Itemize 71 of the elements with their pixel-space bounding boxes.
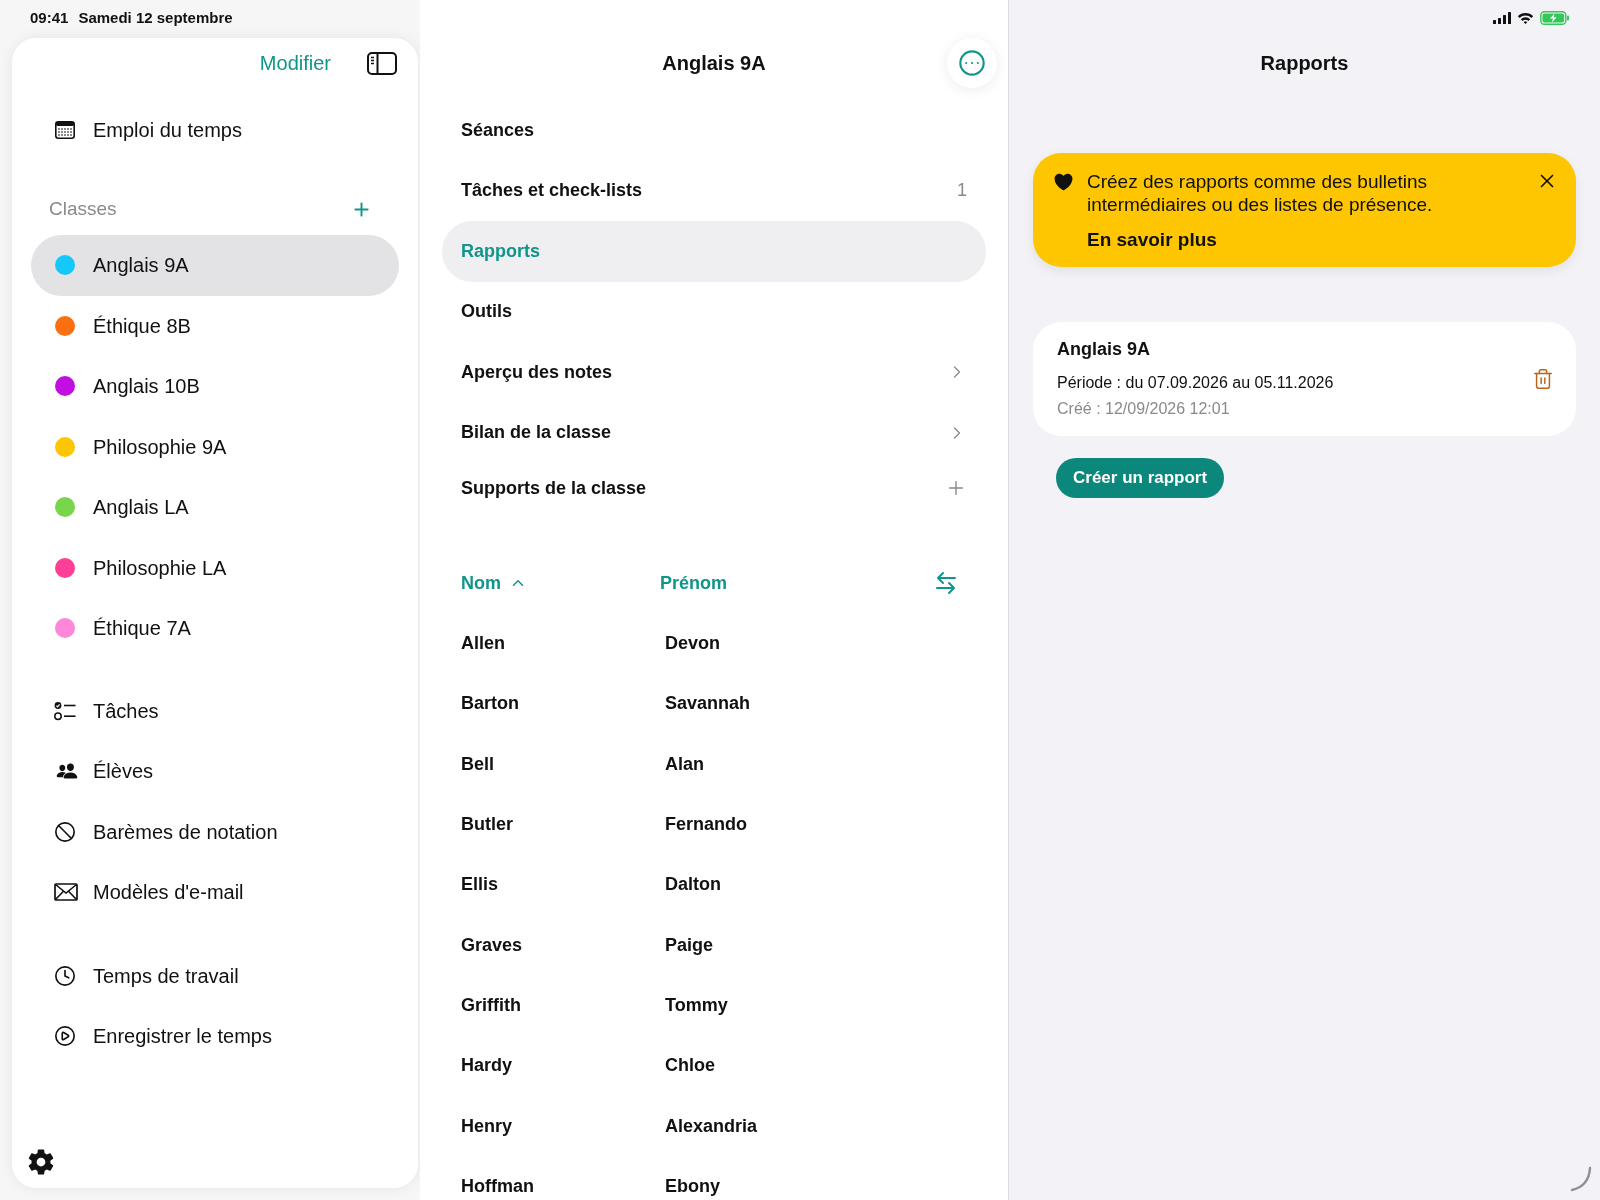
- checklist-icon: [54, 700, 76, 721]
- report-created-date: Créé : 12/09/2026 12:01: [1057, 399, 1230, 419]
- student-last-name: Ellis: [461, 873, 499, 896]
- student-last-name: Allen: [461, 632, 505, 655]
- student-first-name: Savannah: [665, 692, 751, 715]
- create-report-button[interactable]: Créer un rapport: [1056, 458, 1225, 498]
- student-last-name: Graves: [461, 933, 523, 956]
- student-first-name: Alan: [665, 752, 704, 775]
- class-item[interactable]: Anglais 10B: [31, 356, 399, 417]
- student-last-name: Butler: [461, 813, 513, 836]
- trash-icon[interactable]: [1532, 367, 1554, 391]
- class-item[interactable]: Éthique 8B: [31, 295, 399, 356]
- student-first-name: Alexandria: [665, 1114, 758, 1137]
- envelope-icon: [54, 883, 78, 902]
- panel-title: Anglais 9A: [662, 51, 766, 76]
- menu-item[interactable]: Bilan de la classe: [442, 402, 986, 463]
- sidebar-toggle-icon[interactable]: [367, 51, 397, 75]
- signal-icon: [1493, 12, 1511, 24]
- heart-icon: [1052, 171, 1075, 193]
- report-title: Anglais 9A: [1057, 338, 1151, 360]
- item-count: 1: [957, 179, 967, 203]
- charging-battery-icon: [1540, 11, 1570, 25]
- student-last-name: Barton: [461, 692, 519, 715]
- resize-handle-icon[interactable]: [1570, 1166, 1592, 1192]
- panel-title: Rapports: [1260, 51, 1349, 76]
- slashed-circle-icon: [54, 820, 76, 843]
- clock-icon: [54, 964, 76, 987]
- wifi-icon: [1517, 12, 1534, 24]
- menu-item[interactable]: Séances: [442, 100, 986, 161]
- class-item[interactable]: Philosophie 9A: [31, 416, 399, 477]
- menu-item[interactable]: Outils: [442, 281, 986, 342]
- menu-item[interactable]: Supports de la classe: [442, 463, 986, 513]
- class-item[interactable]: Anglais 9A: [31, 235, 399, 296]
- student-first-name: Fernando: [665, 813, 747, 836]
- sidebar-item[interactable]: Temps de travail: [12, 945, 418, 1006]
- student-last-name: Hardy: [461, 1054, 513, 1077]
- student-last-name: Bell: [461, 752, 494, 775]
- student-first-name: Chloe: [665, 1054, 715, 1077]
- class-item[interactable]: Philosophie LA: [31, 537, 399, 598]
- sidebar-item[interactable]: Barèmes de notation: [12, 801, 418, 862]
- student-first-name: Tommy: [665, 993, 728, 1016]
- student-last-name: Griffith: [461, 993, 521, 1016]
- sidebar-item[interactable]: Élèves: [12, 741, 418, 802]
- menu-item[interactable]: Tâches et check-lists 1: [442, 160, 986, 221]
- play-circle-icon: [54, 1025, 76, 1048]
- student-first-name: Devon: [665, 632, 720, 655]
- settings-icon[interactable]: [27, 1148, 55, 1176]
- edit-button[interactable]: Modifier: [259, 51, 331, 75]
- swap-arrows-icon[interactable]: [935, 571, 957, 595]
- sidebar-item[interactable]: Tâches: [12, 680, 418, 741]
- status-date: Samedi 12 septembre: [78, 7, 233, 28]
- more-icon: [958, 49, 986, 77]
- calendar-icon: [55, 121, 75, 139]
- report-period: Période : du 07.09.2026 au 05.11.2026: [1057, 373, 1334, 393]
- student-first-name: Paige: [665, 933, 714, 956]
- student-last-name: Henry: [461, 1114, 513, 1137]
- student-last-name: Hoffman: [461, 1174, 534, 1197]
- column-header[interactable]: Nom: [461, 569, 527, 597]
- sidebar-item[interactable]: Enregistrer le temps: [12, 1006, 418, 1067]
- banner-message: Créez des rapports comme des bulletins intermédiaires ou des listes de présence.: [1087, 170, 1434, 216]
- student-first-name: Ebony: [665, 1174, 720, 1197]
- student-first-name: Dalton: [665, 873, 721, 896]
- class-item[interactable]: Éthique 7A: [31, 598, 399, 659]
- column-header[interactable]: Prénom: [660, 569, 728, 597]
- status-time: 09:41: [30, 7, 69, 28]
- learn-more-link[interactable]: En savoir plus: [1087, 228, 1217, 251]
- section-heading: Classes: [49, 196, 117, 221]
- class-item[interactable]: Anglais LA: [31, 477, 399, 538]
- sidebar-item[interactable]: Emploi du temps: [12, 100, 418, 160]
- menu-item[interactable]: Aperçu des notes: [442, 342, 986, 403]
- sidebar-item[interactable]: Modèles d'e-mail: [12, 862, 418, 923]
